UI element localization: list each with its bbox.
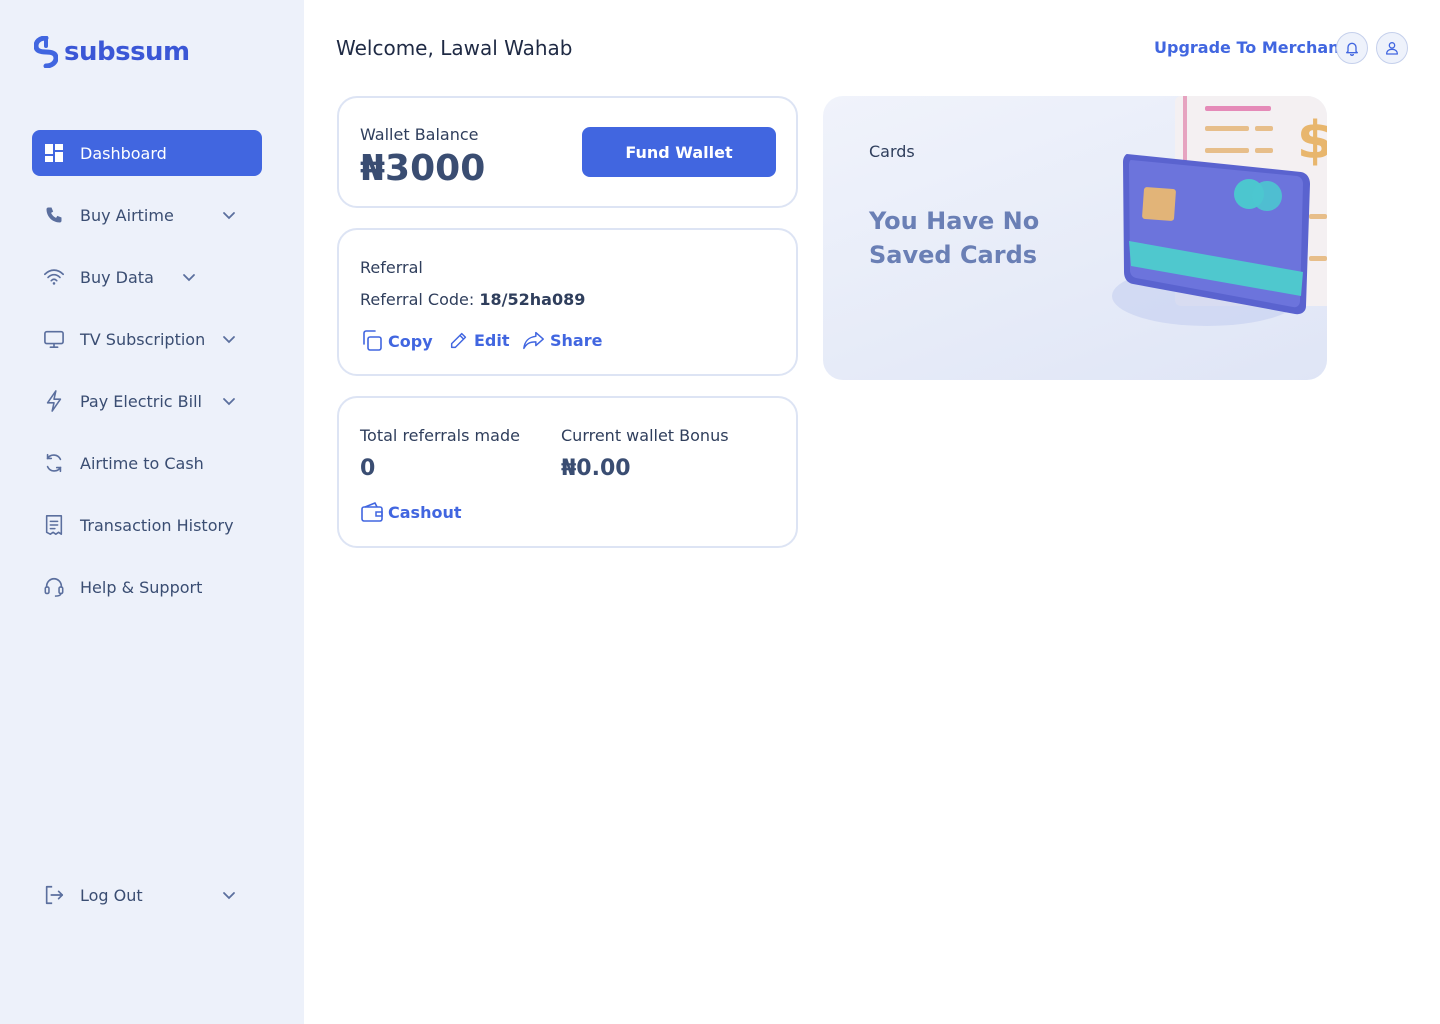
sidebar-item-label: Transaction History bbox=[80, 515, 234, 535]
wallet-bonus-label: Current wallet Bonus bbox=[561, 426, 729, 445]
sidebar-item-tv-subscription[interactable]: TV Subscription bbox=[32, 316, 262, 362]
phone-icon bbox=[42, 203, 66, 227]
sidebar-item-transaction-history[interactable]: Transaction History bbox=[32, 502, 262, 548]
chevron-down-icon[interactable] bbox=[222, 394, 236, 408]
edit-label: Edit bbox=[474, 330, 510, 350]
share-button[interactable]: Share bbox=[522, 329, 602, 351]
logout-icon bbox=[42, 883, 66, 907]
chevron-down-icon[interactable] bbox=[182, 270, 196, 284]
cashout-button[interactable]: Cashout bbox=[360, 501, 461, 523]
sidebar-item-airtime-to-cash[interactable]: Airtime to Cash bbox=[32, 440, 262, 486]
svg-text:$: $ bbox=[1297, 111, 1327, 171]
wallet-icon bbox=[361, 502, 383, 522]
cards-title: Cards bbox=[869, 142, 915, 161]
copy-icon bbox=[363, 330, 382, 351]
sidebar-item-dashboard[interactable]: Dashboard bbox=[32, 130, 262, 176]
sidebar-item-logout[interactable]: Log Out bbox=[32, 872, 262, 918]
sidebar-item-label: Buy Data bbox=[80, 267, 154, 287]
referral-card: Referral Referral Code: 18/52ha089 Copy … bbox=[337, 228, 798, 376]
sidebar-item-label: TV Subscription bbox=[80, 329, 206, 349]
refresh-icon bbox=[42, 451, 66, 475]
share-icon bbox=[523, 331, 544, 350]
share-label: Share bbox=[550, 330, 603, 350]
wifi-icon bbox=[42, 265, 66, 289]
pencil-icon bbox=[450, 332, 467, 349]
sidebar-item-help-support[interactable]: Help & Support bbox=[32, 564, 262, 610]
total-referrals-value: 0 bbox=[360, 456, 376, 481]
logo-icon bbox=[34, 36, 58, 68]
referral-title: Referral bbox=[360, 258, 423, 277]
sidebar-item-label: Pay Electric Bill bbox=[80, 391, 202, 411]
page-title: Welcome, Lawal Wahab bbox=[336, 36, 573, 60]
logout-label: Log Out bbox=[80, 885, 143, 905]
bolt-icon bbox=[42, 389, 66, 413]
headset-icon bbox=[42, 575, 66, 599]
referral-code-label: Referral Code: bbox=[360, 290, 475, 309]
edit-button[interactable]: Edit bbox=[448, 329, 510, 351]
tv-icon bbox=[42, 327, 66, 351]
sidebar-item-label: Dashboard bbox=[80, 143, 167, 163]
total-referrals-label: Total referrals made bbox=[360, 426, 520, 445]
brand-name: subssum bbox=[64, 37, 190, 67]
chevron-down-icon[interactable] bbox=[222, 208, 236, 222]
grid-icon bbox=[42, 141, 66, 165]
receipt-icon bbox=[42, 513, 66, 537]
chevron-down-icon[interactable] bbox=[222, 332, 236, 346]
sidebar-item-label: Help & Support bbox=[80, 577, 203, 597]
chevron-down-icon[interactable] bbox=[222, 888, 236, 902]
wallet-bonus-value: ₦0.00 bbox=[561, 456, 631, 481]
no-cards-message: You Have No Saved Cards bbox=[869, 207, 1040, 269]
fund-wallet-button[interactable]: Fund Wallet bbox=[582, 127, 776, 177]
sidebar-item-label: Airtime to Cash bbox=[80, 453, 204, 473]
copy-button[interactable]: Copy bbox=[360, 329, 433, 353]
wallet-balance-value: ₦3000 bbox=[360, 148, 486, 189]
wallet-balance-label: Wallet Balance bbox=[360, 125, 479, 144]
referral-code-value: 18/52ha089 bbox=[479, 290, 586, 309]
referral-stats-card: Total referrals made 0 Current wallet Bo… bbox=[337, 396, 798, 548]
wallet-card: Wallet Balance ₦3000 Fund Wallet bbox=[337, 96, 798, 208]
cashout-label: Cashout bbox=[388, 502, 462, 522]
notifications-button[interactable] bbox=[1336, 32, 1368, 64]
logo[interactable]: subssum bbox=[34, 36, 190, 68]
referral-code-row: Referral Code: 18/52ha089 bbox=[360, 290, 585, 309]
copy-label: Copy bbox=[388, 331, 433, 351]
profile-button[interactable] bbox=[1376, 32, 1408, 64]
bell-icon bbox=[1346, 42, 1358, 56]
sidebar-item-label: Buy Airtime bbox=[80, 205, 174, 225]
credit-card-illustration: $ bbox=[1112, 96, 1327, 326]
sidebar: subssum Dashboard Buy Airtime Buy Data T… bbox=[0, 0, 304, 1024]
upgrade-merchant-link[interactable]: Upgrade To Merchant bbox=[1154, 38, 1347, 57]
sidebar-item-pay-electric-bill[interactable]: Pay Electric Bill bbox=[32, 378, 262, 424]
sidebar-item-buy-data[interactable]: Buy Data bbox=[32, 254, 262, 300]
saved-cards-panel: Cards You Have No Saved Cards $ bbox=[823, 96, 1327, 380]
user-icon bbox=[1386, 42, 1398, 55]
sidebar-item-buy-airtime[interactable]: Buy Airtime bbox=[32, 192, 262, 238]
